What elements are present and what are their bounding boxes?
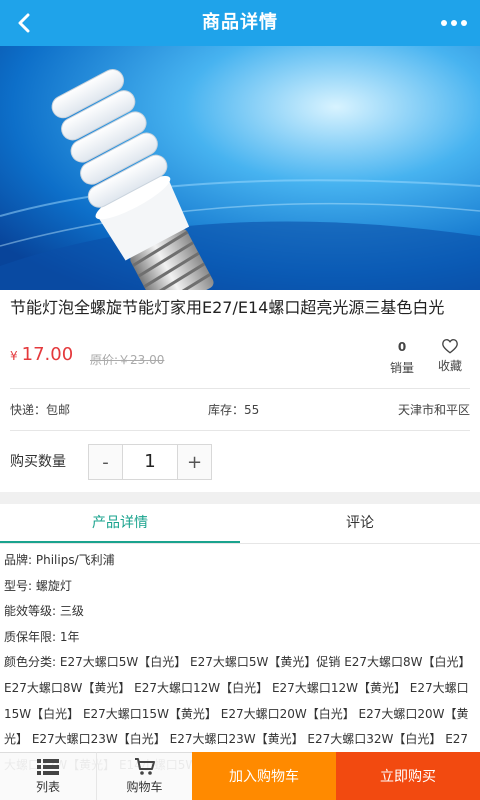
detail-tabs: 产品详情 评论 — [0, 504, 480, 544]
shopping-cart-icon — [134, 758, 155, 775]
bottom-action-bar: 列表 购物车 加入购物车 立即购买 — [0, 752, 480, 800]
divider — [10, 430, 470, 431]
favorite-label: 收藏 — [437, 359, 462, 373]
tab-comments[interactable]: 评论 — [240, 504, 480, 543]
product-details: 品牌: Philips/飞利浦 型号: 螺旋灯 能效等级: 三级 质保年限: 1… — [4, 548, 474, 778]
sales-count: 0 — [397, 340, 407, 354]
list-icon — [37, 759, 59, 775]
quantity-stepper: - 1 + — [88, 444, 212, 480]
heart-icon — [442, 339, 458, 354]
page-title: 商品详情 — [202, 12, 278, 33]
original-price: 原价:￥23.00 — [90, 353, 165, 367]
detail-energy: 能效等级: 三级 — [4, 604, 84, 619]
quantity-value[interactable]: 1 — [123, 445, 177, 479]
light-bulb-image — [0, 46, 480, 290]
cart-nav-button[interactable]: 购物车 — [96, 752, 192, 800]
product-image[interactable] — [0, 46, 480, 290]
cart-label: 购物车 — [126, 780, 163, 794]
current-price: ¥17.00 — [10, 344, 73, 365]
currency-symbol: ¥ — [10, 349, 18, 363]
info-row: 快递：包邮 库存：55 天津市和平区 — [10, 398, 470, 422]
price-value: 17.00 — [21, 344, 74, 365]
decrease-button[interactable]: - — [89, 445, 123, 479]
tab-product-details[interactable]: 产品详情 — [0, 504, 240, 543]
location-info: 天津市和平区 — [397, 403, 470, 417]
price-row: ¥17.00 原价:￥23.00 0 销量 收藏 — [10, 337, 470, 384]
stock-info: 库存：55 — [208, 403, 260, 417]
detail-model: 型号: 螺旋灯 — [4, 578, 72, 593]
sales-stat: 0 销量 — [382, 337, 422, 376]
more-button[interactable] — [436, 7, 472, 39]
quantity-row: 购买数量 - 1 + — [10, 444, 470, 482]
increase-button[interactable]: + — [177, 445, 211, 479]
list-label: 列表 — [35, 780, 60, 794]
quantity-label: 购买数量 — [10, 454, 66, 470]
detail-warranty: 质保年限: 1年 — [4, 629, 80, 644]
add-to-cart-button[interactable]: 加入购物车 — [192, 752, 336, 800]
sales-label: 销量 — [389, 361, 414, 375]
favorite-button[interactable]: 收藏 — [430, 337, 470, 374]
divider — [10, 388, 470, 389]
detail-brand: 品牌: Philips/飞利浦 — [4, 553, 115, 567]
more-dots-icon — [441, 20, 447, 26]
list-button[interactable]: 列表 — [0, 752, 96, 800]
top-bar: 商品详情 — [0, 0, 480, 46]
section-gap — [0, 492, 480, 504]
shipping-info: 快递：包邮 — [10, 403, 71, 417]
product-title: 节能灯泡全螺旋节能灯家用E27/E14螺口超亮光源三基色白光 — [10, 298, 445, 317]
buy-now-button[interactable]: 立即购买 — [336, 752, 480, 800]
